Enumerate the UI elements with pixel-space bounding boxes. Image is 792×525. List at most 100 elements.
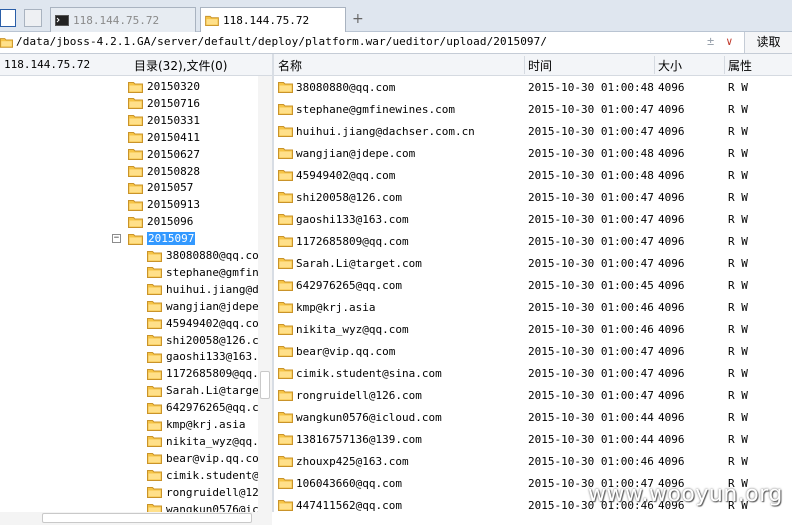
file-name: nikita_wyz@qq.com [296,323,409,336]
tab-terminal[interactable]: 118.144.75.72 [50,7,196,32]
tree-item-label: 2015057 [147,181,194,195]
host-label: 118.144.75.72 [4,58,91,71]
folder-icon [147,452,162,464]
tree-item[interactable]: cimik.student@si [147,467,272,484]
file-row[interactable]: 45949402@qq.com 2015-10-30 01:00:48 4096 R … [274,164,792,186]
folder-icon [147,419,162,431]
file-row[interactable]: kmp@krj.asia 2015-10-30 01:00:46 4096 R W [274,296,792,318]
file-row[interactable]: wangjian@jdepe.com 2015-10-30 01:00:48 409… [274,142,792,164]
tab-file-manager[interactable]: 118.144.75.72 [200,7,346,33]
file-row[interactable]: stephane@gmfinewines.com 2015-10-30 01:00… [274,98,792,120]
collapse-toggle-icon[interactable]: − [112,234,121,244]
tree-item-selected[interactable]: 2015097 [128,230,196,247]
folder-icon [278,147,293,159]
file-attr: R W [728,279,748,292]
file-row[interactable]: wangkun0576@icloud.com 2015-10-30 01:00:4… [274,406,792,428]
tree-item[interactable]: 1172685809@qq.c [147,365,265,382]
file-row[interactable]: rongruidell@126.com 2015-10-30 01:00:47 40… [274,384,792,406]
column-header-size[interactable]: 大小 [658,57,682,73]
tree-item[interactable]: wangjian@jdepe.c [147,298,272,315]
file-row[interactable]: 1172685809@qq.com 2015-10-30 01:00:47 4096… [274,230,792,252]
tree-item[interactable]: Sarah.Li@target. [147,382,272,399]
tree-item[interactable]: 45949402@qq.com [147,315,265,332]
file-attr: R W [728,389,748,402]
file-size: 4096 [658,455,685,468]
tree-item[interactable]: 20150320 [128,78,200,95]
sort-toggle-icon[interactable]: ± [707,34,714,48]
tree-item[interactable]: 642976265@qq.com [147,399,272,416]
file-name: kmp@krj.asia [296,301,376,314]
column-header-time[interactable]: 时间 [528,57,552,73]
watermark: www.wooyun.org [588,482,783,507]
chevron-down-icon[interactable]: ∨ [726,35,733,48]
tree-item[interactable]: shi20058@126.co [147,332,265,349]
file-attr: R W [728,169,748,182]
tree-item[interactable]: 20150331 [128,112,200,129]
file-size: 4096 [658,433,685,446]
file-time: 2015-10-30 01:00:48 [528,81,654,94]
tree-horizontal-scrollbar[interactable] [0,512,272,525]
new-tab-button[interactable]: + [352,11,364,27]
column-header-name[interactable]: 名称 [278,57,302,73]
scrollbar-thumb[interactable] [260,371,270,399]
tree-item-label: 2015096 [147,215,194,229]
folder-icon [128,97,143,109]
window-icon[interactable] [24,9,42,27]
file-row[interactable]: bear@vip.qq.com 2015-10-30 01:00:47 4096 R … [274,340,792,362]
tree-vertical-scrollbar[interactable] [258,76,272,512]
file-attr: R W [728,433,748,446]
tree-item[interactable]: 20150828 [128,163,200,180]
column-header-attr[interactable]: 属性 [728,57,752,73]
file-attr: R W [728,235,748,248]
file-name: huihui.jiang@dachser.com.cn [296,125,475,138]
tree-item[interactable]: bear@vip.qq.com [147,450,265,467]
file-row[interactable]: 13816757136@139.com 2015-10-30 01:00:44 40… [274,428,792,450]
file-row[interactable]: Sarah.Li@target.com 2015-10-30 01:00:47 40… [274,252,792,274]
sidebar-toggle-icon[interactable] [0,9,16,27]
file-row[interactable]: gaoshi133@163.com 2015-10-30 01:00:47 4096… [274,208,792,230]
tree-item[interactable]: 38080880@qq.com [147,247,265,264]
folder-icon [128,216,143,228]
tree-item[interactable]: nikita_wyz@qq.co [147,433,272,450]
tree-item[interactable]: kmp@krj.asia [147,416,245,433]
file-name: 447411562@qq.com [296,499,402,512]
tree-item[interactable]: stephane@gmfinew [147,264,272,281]
tree-item[interactable]: 20150627 [128,146,200,163]
tree-item[interactable]: wangkun0576@icl [147,501,265,512]
path-input[interactable]: /data/jboss-4.2.1.GA/server/default/depl… [16,35,547,48]
tree-item[interactable]: 2015057 [128,179,193,196]
tree-item[interactable]: 20150716 [128,95,200,112]
folder-icon [278,323,293,335]
tree-item[interactable]: rongruidell@126. [147,484,272,501]
tree-item[interactable]: huihui.jiang@dac [147,281,272,298]
file-row[interactable]: 38080880@qq.com 2015-10-30 01:00:48 4096 R … [274,76,792,98]
file-name: 38080880@qq.com [296,81,396,94]
file-row[interactable]: 642976265@qq.com 2015-10-30 01:00:45 4096 R… [274,274,792,296]
tree-item[interactable]: gaoshi133@163.co [147,348,272,365]
tree-header: 118.144.75.72 目录(32),文件(0) [0,54,272,76]
tree-item-label: nikita_wyz@qq.co [166,434,272,448]
file-row[interactable]: nikita_wyz@qq.com 2015-10-30 01:00:46 4096… [274,318,792,340]
tree-item-label: 2015097 [147,232,196,246]
folder-icon [147,300,162,312]
file-row[interactable]: zhouxp425@163.com 2015-10-30 01:00:46 4096… [274,450,792,472]
tree-item[interactable]: 20150913 [128,196,200,213]
scrollbar-thumb[interactable] [42,513,252,523]
tree-item-label: kmp@krj.asia [166,418,246,431]
file-time: 2015-10-30 01:00:47 [528,235,654,248]
folder-icon [278,345,293,357]
folder-icon [278,279,293,291]
tree-item[interactable]: 20150411 [128,129,200,146]
file-size: 4096 [658,279,685,292]
folder-icon [128,182,143,194]
tree-item[interactable]: 2015096 [128,213,193,230]
file-attr: R W [728,455,748,468]
read-button[interactable]: 读取 [744,32,792,53]
folder-icon [128,148,143,160]
file-row[interactable]: huihui.jiang@dachser.com.cn 2015-10-30 01… [274,120,792,142]
file-size: 4096 [658,103,685,116]
file-row[interactable]: shi20058@126.com 2015-10-30 01:00:47 4096 R… [274,186,792,208]
list-header: 名称 时间 大小 属性 [274,54,792,76]
file-row[interactable]: cimik.student@sina.com 2015-10-30 01:00:4… [274,362,792,384]
file-size: 4096 [658,125,685,138]
